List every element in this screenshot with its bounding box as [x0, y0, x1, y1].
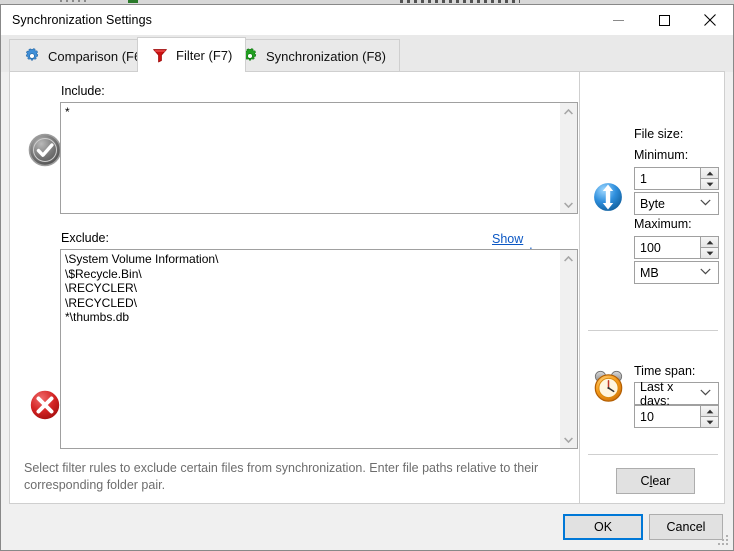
include-textarea-value: * [65, 105, 557, 120]
maximum-unit-select[interactable]: MB [634, 261, 719, 284]
blue-gear-icon [23, 48, 40, 65]
background-noise-text [400, 0, 520, 3]
ok-button[interactable]: OK [563, 514, 643, 540]
include-label: Include: [61, 84, 105, 98]
exclude-textarea-value: \System Volume Information\ \$Recycle.Bi… [65, 252, 557, 325]
minimum-size-decrement[interactable] [701, 179, 718, 189]
cancel-button-label: Cancel [667, 520, 706, 534]
minimum-label: Minimum: [634, 148, 688, 162]
resize-grip[interactable] [718, 535, 730, 547]
filter-right-pane: File size: Minimum: 1 Byte [580, 72, 724, 503]
exclude-scroll-up-icon[interactable] [560, 250, 577, 267]
blue-updown-arrow-icon [591, 180, 625, 214]
minimum-unit-select[interactable]: Byte [634, 192, 719, 215]
chevron-down-icon [700, 267, 718, 278]
tab-synchronization[interactable]: Synchronization (F8) [227, 39, 400, 72]
ok-button-label: OK [594, 520, 612, 534]
include-scroll-up-icon[interactable] [560, 103, 577, 120]
minimize-button[interactable] [595, 5, 641, 35]
time-span-label: Time span: [634, 364, 695, 378]
chevron-down-icon [700, 388, 718, 399]
gray-checkmark-icon [27, 132, 63, 168]
minimum-size-value: 1 [635, 172, 647, 186]
file-size-label: File size: [634, 127, 683, 141]
tab-strip: Comparison (F6) Filter (F7) Synchronizat… [1, 35, 733, 72]
time-span-days-increment[interactable] [701, 406, 718, 417]
exclude-textarea[interactable]: \System Volume Information\ \$Recycle.Bi… [60, 249, 578, 449]
maximum-size-value: 100 [635, 241, 661, 255]
background-noise-left [60, 0, 90, 2]
window-title: Synchronization Settings [12, 13, 152, 27]
filter-panel: Include: * [9, 71, 725, 504]
include-textarea[interactable]: * [60, 102, 578, 214]
time-span-days-input[interactable]: 10 [634, 405, 719, 428]
window-controls [595, 5, 733, 35]
exclude-scrollbar[interactable] [559, 250, 577, 448]
maximum-unit-value: MB [635, 266, 659, 280]
tab-filter-label: Filter (F7) [176, 48, 232, 63]
minimum-size-input[interactable]: 1 [634, 167, 719, 190]
minimum-unit-value: Byte [635, 197, 665, 211]
time-span-days-stepper[interactable] [700, 405, 719, 428]
clear-button-label: Clear [641, 474, 671, 488]
time-span-mode-select[interactable]: Last x days: [634, 382, 719, 405]
filter-help-text: Select filter rules to exclude certain f… [24, 460, 564, 494]
time-span-mode-value: Last x days: [635, 380, 700, 408]
maximum-label: Maximum: [634, 217, 692, 231]
red-cross-icon [27, 387, 63, 423]
maximum-size-decrement[interactable] [701, 248, 718, 258]
tab-synchronization-label: Synchronization (F8) [266, 49, 386, 64]
cancel-button[interactable]: Cancel [649, 514, 723, 540]
synchronization-settings-dialog: Synchronization Settings Comparison (F6) [0, 4, 734, 551]
title-bar: Synchronization Settings [1, 5, 733, 35]
tab-filter[interactable]: Filter (F7) [137, 37, 246, 72]
maximum-size-stepper[interactable] [700, 236, 719, 259]
exclude-label: Exclude: [61, 231, 109, 245]
filter-left-pane: Include: * [10, 72, 579, 503]
exclude-scroll-down-icon[interactable] [560, 431, 577, 448]
include-scrollbar[interactable] [559, 103, 577, 213]
background-noise-green [128, 0, 138, 3]
time-span-days-value: 10 [635, 410, 654, 424]
alarm-clock-icon [591, 368, 627, 404]
maximum-size-input[interactable]: 100 [634, 236, 719, 259]
minimum-size-stepper[interactable] [700, 167, 719, 190]
right-pane-separator-1 [588, 330, 718, 331]
tab-comparison-label: Comparison (F6) [48, 49, 146, 64]
chevron-down-icon [700, 198, 718, 209]
maximum-size-increment[interactable] [701, 237, 718, 248]
minimum-size-increment[interactable] [701, 168, 718, 179]
clear-button[interactable]: Clear [616, 468, 695, 494]
close-button[interactable] [687, 5, 733, 35]
red-funnel-icon [151, 47, 168, 64]
maximize-button[interactable] [641, 5, 687, 35]
time-span-days-decrement[interactable] [701, 417, 718, 427]
right-pane-separator-2 [588, 454, 718, 455]
include-scroll-down-icon[interactable] [560, 196, 577, 213]
